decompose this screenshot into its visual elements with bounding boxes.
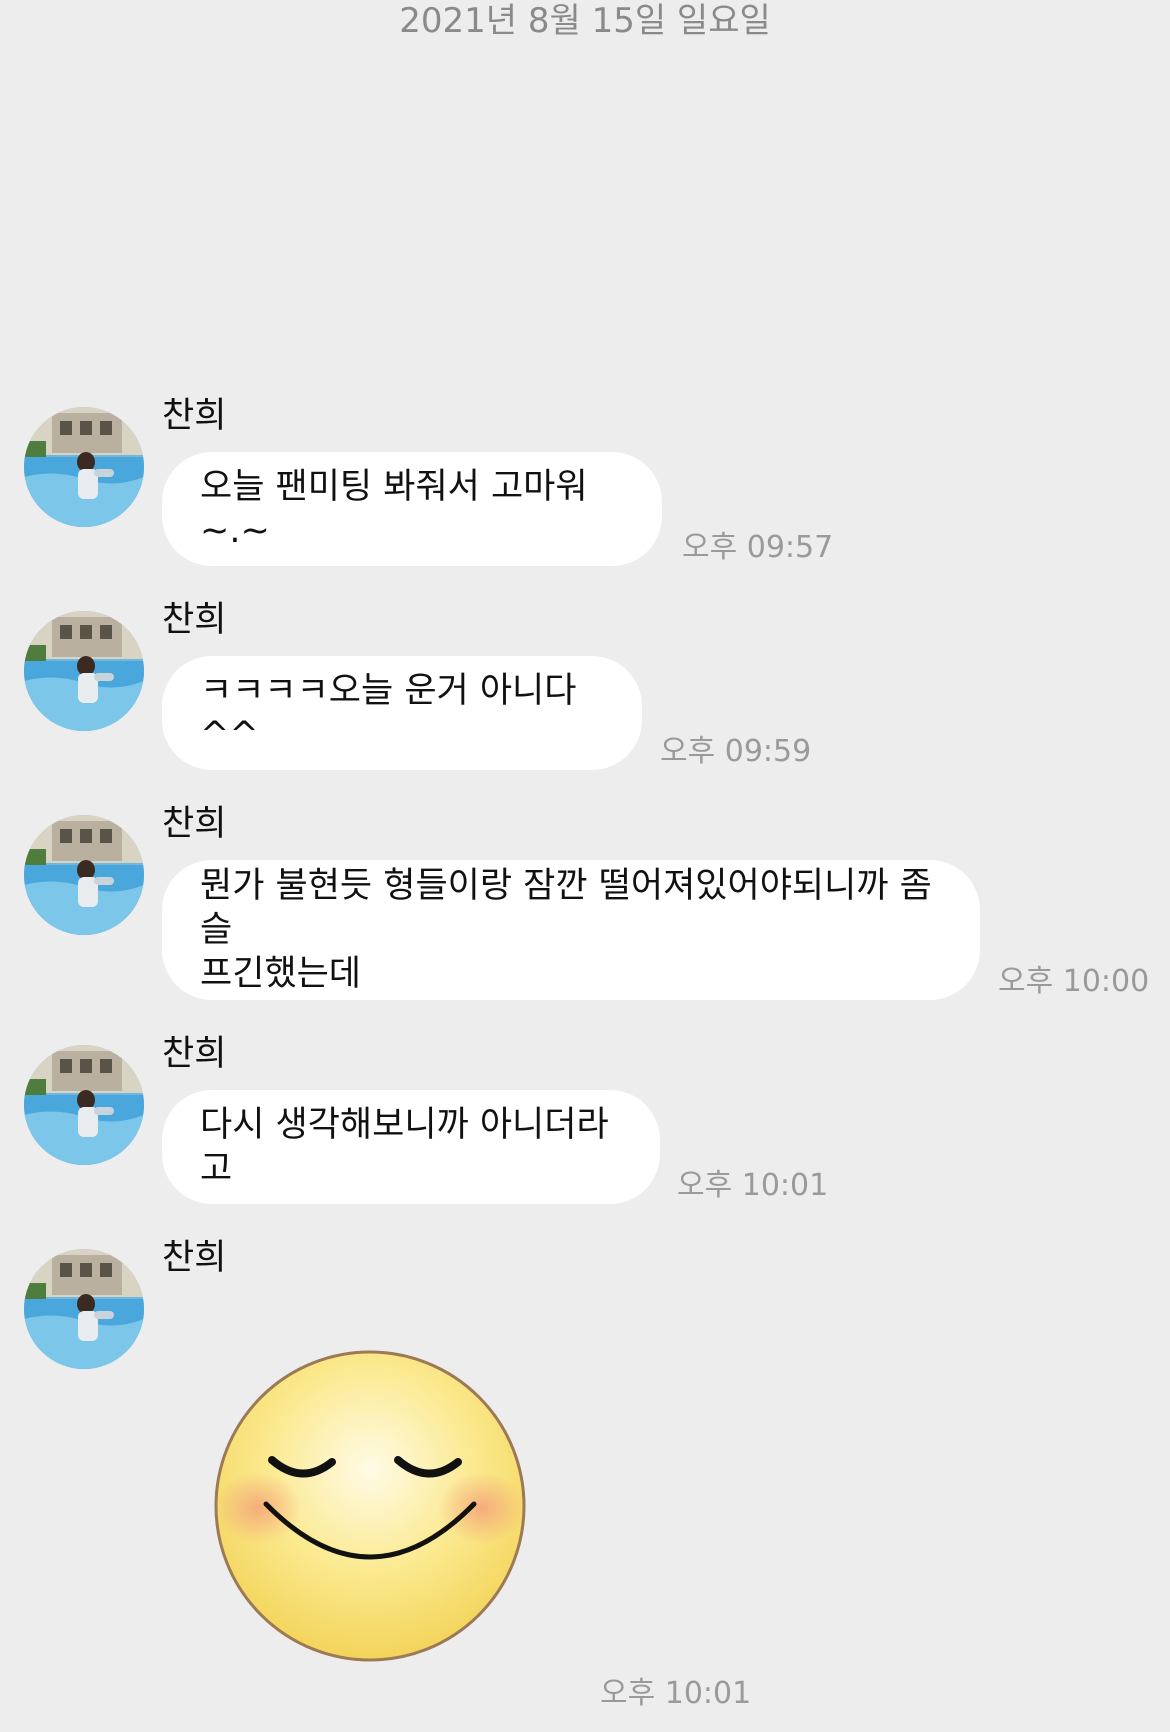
sender-avatar[interactable] [24, 815, 144, 935]
message-text: ㅋㅋㅋㅋ오늘 운거 아니다^^ [200, 671, 577, 755]
avatar-pool-photo-icon [24, 611, 144, 731]
message-timestamp: 오후 09:59 [660, 734, 812, 769]
message-text: 오늘 팬미팅 봐줘서 고마워~.~ [200, 467, 588, 551]
sender-avatar[interactable] [24, 1249, 144, 1369]
smiling-face-icon [214, 1350, 526, 1662]
message-timestamp: 오후 10:01 [677, 1168, 829, 1203]
sender-name: 찬희 [162, 396, 227, 436]
message-bubble[interactable]: 뭔가 불현듯 형들이랑 잠깐 떨어져있어야되니까 좀 슬 프긴했는데 [162, 860, 980, 1000]
avatar-pool-photo-icon [24, 1045, 144, 1165]
message-bubble[interactable]: 오늘 팬미팅 봐줘서 고마워~.~ [162, 452, 662, 566]
message-bubble[interactable]: 다시 생각해보니까 아니더라고 [162, 1090, 660, 1204]
avatar-pool-photo-icon [24, 1249, 144, 1369]
message-bubble[interactable]: ㅋㅋㅋㅋ오늘 운거 아니다^^ [162, 656, 642, 770]
sender-avatar[interactable] [24, 1045, 144, 1165]
message-timestamp: 오후 09:57 [682, 530, 834, 565]
sender-name: 찬희 [162, 1238, 227, 1278]
chat-date-header: 2021년 8월 15일 일요일 [399, 1, 771, 41]
sender-avatar[interactable] [24, 611, 144, 731]
sender-name: 찬희 [162, 600, 227, 640]
message-text: 뭔가 불현듯 형들이랑 잠깐 떨어져있어야되니까 좀 슬 프긴했는데 [200, 866, 932, 994]
avatar-pool-photo-icon [24, 407, 144, 527]
sender-name: 찬희 [162, 804, 227, 844]
message-text: 다시 생각해보니까 아니더라고 [200, 1105, 609, 1189]
message-timestamp: 오후 10:01 [600, 1676, 752, 1711]
sender-avatar[interactable] [24, 407, 144, 527]
message-timestamp: 오후 10:00 [998, 964, 1150, 999]
smiling-face-sticker-icon[interactable] [210, 1346, 530, 1666]
sender-name: 찬희 [162, 1034, 227, 1074]
avatar-pool-photo-icon [24, 815, 144, 935]
